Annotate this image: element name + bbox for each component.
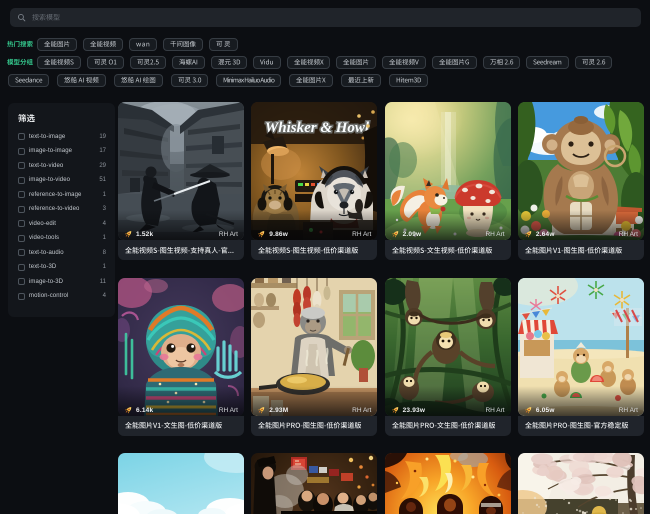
svg-text:Whisker & Howl: Whisker & Howl [265, 120, 370, 136]
